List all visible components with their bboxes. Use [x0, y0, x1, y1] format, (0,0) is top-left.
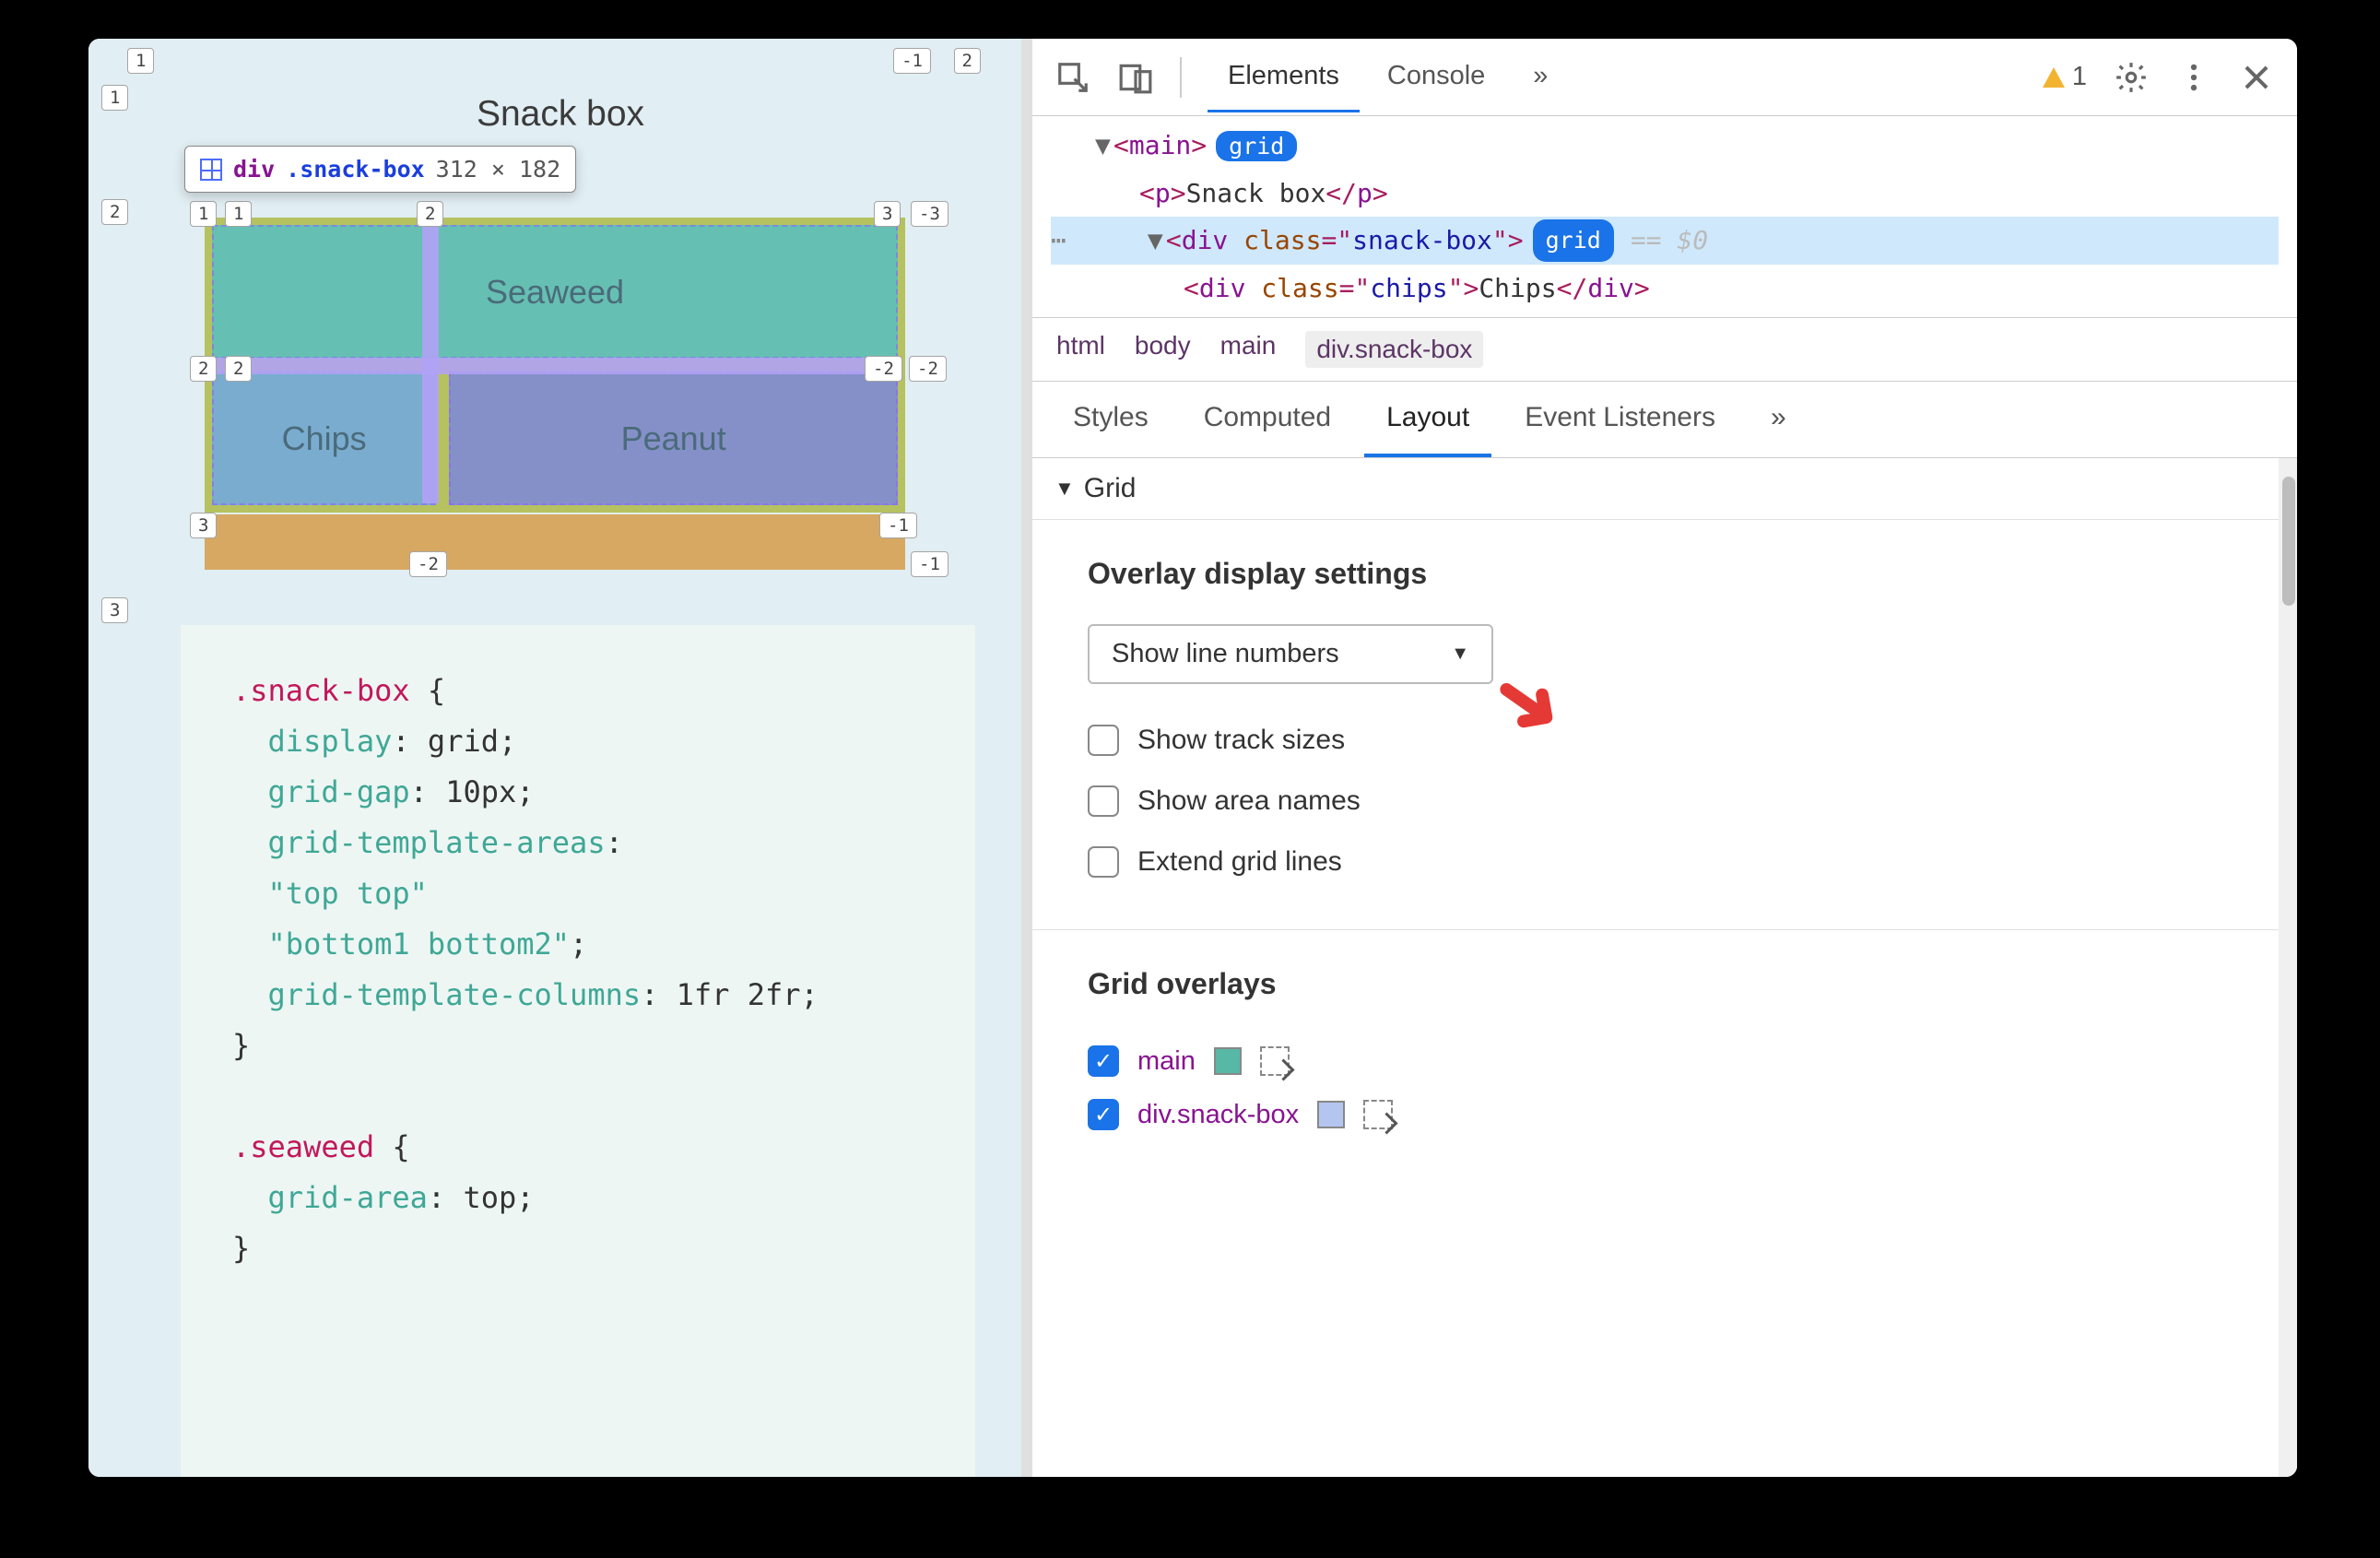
dom-row[interactable]: ▼<main>grid [1051, 122, 2279, 170]
checkbox[interactable]: ✓ [1088, 1099, 1119, 1130]
option-track-sizes[interactable]: Show track sizes [1088, 710, 2242, 771]
grid-line-label: 1 [225, 201, 252, 227]
overlay-name[interactable]: div.snack-box [1137, 1100, 1299, 1130]
grid-line-label: 2 [225, 356, 252, 382]
color-swatch[interactable] [1317, 1101, 1345, 1128]
line-numbers-select[interactable]: Show line numbers ▼ [1088, 624, 1493, 684]
devtools-toolbar: Elements Console » 1 [1032, 39, 2297, 116]
close-icon[interactable] [2238, 59, 2275, 96]
css-code-block: .snack-box { display: grid; grid-gap: 10… [181, 625, 975, 1477]
cell-peanut: Peanut [449, 372, 898, 505]
grid-line-label: -1 [879, 513, 917, 538]
color-swatch[interactable] [1214, 1047, 1242, 1075]
tab-layout[interactable]: Layout [1364, 382, 1491, 457]
grid-icon [200, 159, 222, 181]
grid-line-label: 2 [954, 48, 981, 74]
tab-more[interactable]: » [1749, 382, 1809, 457]
breadcrumb: html body main div.snack-box [1032, 318, 2297, 382]
tooltip-class: .snack-box [286, 156, 425, 183]
option-extend-lines[interactable]: Extend grid lines [1088, 832, 2242, 892]
overlay-name[interactable]: main [1137, 1046, 1196, 1077]
cell-seaweed: Seaweed [212, 225, 898, 359]
grid-line-label: -2 [409, 551, 447, 577]
tab-elements[interactable]: Elements [1208, 42, 1360, 112]
scrollbar[interactable] [2279, 458, 2297, 1477]
margin-highlight [205, 514, 905, 570]
scrollbar-thumb[interactable] [2282, 477, 2295, 606]
section-grid-header[interactable]: ▼Grid [1032, 458, 2297, 520]
page-title: Snack box [118, 53, 1003, 135]
overlay-display-settings: Overlay display settings Show line numbe… [1032, 520, 2297, 930]
grid-line-label: 3 [190, 513, 217, 538]
checkbox[interactable] [1088, 785, 1119, 817]
element-picker-icon[interactable] [1363, 1100, 1393, 1129]
grid-line-label: 2 [417, 201, 443, 227]
section-title: Overlay display settings [1088, 557, 2242, 591]
warning-count: 1 [2072, 62, 2087, 92]
tab-more[interactable]: » [1513, 42, 1568, 112]
grid-line-label: 2 [101, 199, 128, 225]
checkbox[interactable]: ✓ [1088, 1045, 1119, 1077]
grid-line-label: 3 [101, 597, 128, 623]
element-tooltip: div .snack-box 312 × 182 [184, 146, 576, 193]
crumb-active[interactable]: div.snack-box [1305, 331, 1483, 368]
layout-pane: ▼Grid Overlay display settings Show line… [1032, 458, 2297, 1477]
overlay-item-snackbox: ✓ div.snack-box [1088, 1088, 2242, 1141]
page-frame: Snack box 1 -1 2 1 2 3 div .snack-box 312… [118, 53, 1003, 1477]
inspect-icon[interactable] [1055, 59, 1091, 96]
crumb[interactable]: body [1135, 331, 1191, 368]
checkbox[interactable] [1088, 846, 1119, 878]
crumb[interactable]: main [1220, 331, 1277, 368]
tab-console[interactable]: Console [1367, 42, 1505, 112]
tooltip-dims: 312 × 182 [436, 156, 560, 183]
dom-row-selected[interactable]: ⋯▼<div class="snack-box">grid== $0 [1051, 217, 2279, 265]
device-icon[interactable] [1117, 59, 1154, 96]
option-area-names[interactable]: Show area names [1088, 771, 2242, 832]
warnings-badge[interactable]: 1 [2043, 62, 2087, 92]
tooltip-tag: div [233, 156, 275, 183]
tab-computed[interactable]: Computed [1182, 382, 1353, 457]
dom-row[interactable]: <div class="chips">Chips</div> [1051, 265, 2279, 313]
grid-badge[interactable]: grid [1533, 219, 1614, 263]
gear-icon[interactable] [2113, 59, 2150, 96]
kebab-icon[interactable] [2175, 59, 2212, 96]
grid-overlays-section: Grid overlays ✓ main ✓ div.snack-box ➜ [1032, 930, 2297, 1178]
grid-line-label: 1 [190, 201, 217, 227]
grid-gap-highlight [214, 358, 896, 374]
dom-row[interactable]: <p>Snack box</p> [1051, 170, 2279, 218]
section-title: Grid overlays [1088, 967, 2242, 1001]
sidebar-tabs: Styles Computed Layout Event Listeners » [1032, 382, 2297, 458]
checkbox[interactable] [1088, 725, 1119, 756]
cell-chips: Chips [212, 372, 436, 505]
divider [1180, 57, 1182, 98]
page-viewport: Snack box 1 -1 2 1 2 3 div.snack-box 312… [88, 39, 1032, 1477]
grid-line-label: 2 [190, 356, 217, 382]
devtools-panel: Elements Console » 1 ▼<main>grid <p>Snac… [1032, 39, 2297, 1477]
grid-line-label: -1 [893, 48, 931, 74]
grid-line-label: -2 [865, 356, 902, 382]
devtools-window: Snack box 1 -1 2 1 2 3 div.snack-box 312… [88, 39, 2297, 1477]
grid-line-label: -1 [911, 551, 948, 577]
grid-line-label: 1 [101, 85, 128, 111]
overlay-item-main: ✓ main [1088, 1034, 2242, 1088]
chevron-down-icon: ▼ [1451, 643, 1469, 665]
grid-line-label: 1 [127, 48, 154, 74]
grid-line-label: -2 [909, 356, 947, 382]
tab-listeners[interactable]: Event Listeners [1502, 382, 1738, 457]
warning-icon [2043, 67, 2065, 88]
dom-tree[interactable]: ▼<main>grid <p>Snack box</p> ⋯▼<div clas… [1032, 116, 2297, 318]
element-picker-icon[interactable] [1260, 1046, 1290, 1076]
grid-line-label: 3 [874, 201, 901, 227]
grid-badge[interactable]: grid [1216, 131, 1297, 161]
tab-styles[interactable]: Styles [1051, 382, 1171, 457]
crumb[interactable]: html [1056, 331, 1105, 368]
main-tabs: Elements Console » [1208, 42, 1568, 112]
grid-line-label: -3 [911, 201, 948, 227]
